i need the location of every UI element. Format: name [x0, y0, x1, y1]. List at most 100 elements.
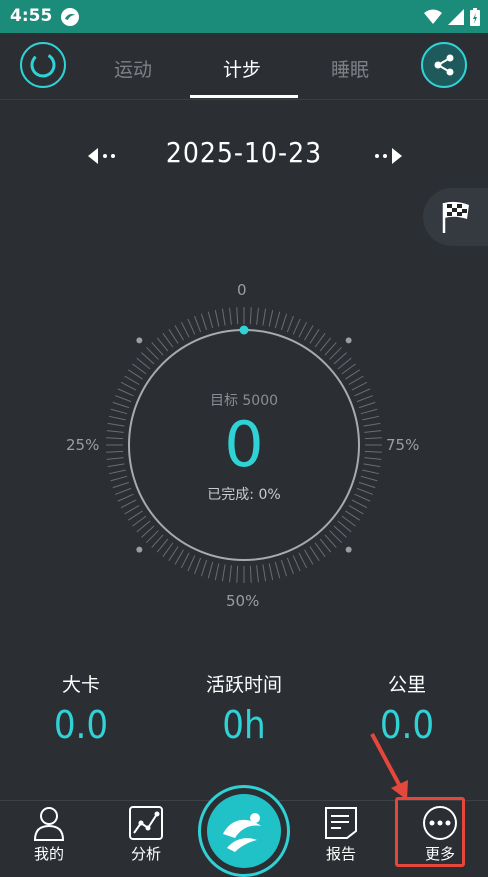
- dial-tick: [162, 333, 174, 348]
- dial-tick: [262, 564, 267, 582]
- nav-report[interactable]: 报告: [306, 805, 376, 864]
- dial-tick: [309, 328, 320, 344]
- dial-tick: [345, 510, 361, 521]
- dial-tick: [180, 321, 190, 338]
- dial-tick: [324, 534, 337, 548]
- dial-tick: [127, 369, 143, 380]
- dial-tick: [174, 325, 184, 341]
- chart-icon: [129, 806, 163, 840]
- dial-tick: [333, 525, 347, 538]
- step-count: 0: [224, 408, 264, 481]
- tab-steps[interactable]: 计步: [223, 55, 261, 82]
- nav-report-label: 报告: [325, 845, 356, 863]
- dial-tick: [194, 557, 202, 575]
- dial-tick: [348, 375, 364, 385]
- dial-tick: [187, 318, 196, 335]
- dial-tick: [200, 559, 208, 577]
- dial-tick: [229, 307, 232, 325]
- dial-tick: [127, 510, 143, 521]
- active-tab-indicator: [190, 95, 298, 98]
- dial-tick: [309, 546, 320, 562]
- dial-tick: [229, 565, 232, 583]
- dial-tick: [319, 538, 332, 553]
- dial-tick: [200, 313, 208, 331]
- dial-tick: [262, 308, 267, 326]
- center-action-button[interactable]: [198, 785, 290, 877]
- dial-tick: [337, 520, 352, 533]
- status-time: 4:55: [10, 6, 53, 26]
- dial-tick: [351, 381, 368, 391]
- sync-ring-icon: [30, 52, 56, 78]
- dial-tick: [146, 530, 159, 543]
- dial-tick: [329, 347, 342, 360]
- dial-tick: [256, 565, 259, 583]
- dial-tick: [156, 538, 169, 553]
- step-progress-dial: 0 25% 75% 50% 目标 5000 0 已完成: 0%: [0, 270, 488, 620]
- dial-tick: [314, 333, 326, 348]
- top-navigation: 运动 计步 睡眠: [0, 33, 488, 100]
- dial-tick: [207, 561, 214, 579]
- dial-tick: [151, 342, 164, 356]
- dial-tick: [236, 565, 239, 583]
- dial-tick: [132, 515, 147, 527]
- next-day-arrow-icon[interactable]: [364, 144, 404, 168]
- share-button[interactable]: [421, 42, 467, 88]
- date-selector: 2025-10-23: [0, 136, 488, 176]
- nav-analysis[interactable]: 分析: [111, 805, 181, 864]
- dial-tick: [124, 375, 140, 385]
- stat-calories-value: 0.0: [53, 703, 109, 747]
- nav-analysis-label: 分析: [130, 845, 161, 863]
- dial-tick: [333, 352, 347, 365]
- more-highlight-box: [395, 797, 465, 867]
- sync-button[interactable]: [20, 42, 66, 88]
- current-date[interactable]: 2025-10-23: [0, 136, 488, 169]
- dial-tick: [324, 342, 337, 356]
- dial-label-top: 0: [237, 281, 247, 299]
- dial-tick: [298, 552, 308, 569]
- wifi-icon: [424, 9, 442, 24]
- progress-indicator-dot: [239, 325, 249, 335]
- dial-tick: [136, 520, 151, 533]
- goal-text: 目标 5000: [209, 393, 279, 409]
- dial-tick: [187, 555, 196, 572]
- dial-tick: [214, 309, 220, 327]
- stat-active-time-value: 0h: [222, 703, 266, 747]
- dial-tick: [194, 315, 202, 333]
- dial-tick: [345, 369, 361, 380]
- stat-active-time: 活跃时间 0h: [164, 670, 324, 747]
- dial-tick: [124, 505, 140, 515]
- checkered-flag-icon: [442, 201, 469, 233]
- dial-dot: [136, 546, 143, 553]
- dial-tick: [207, 311, 214, 329]
- dial-tick: [180, 552, 190, 569]
- completed-text: 已完成: 0%: [207, 487, 281, 503]
- dial-tick: [162, 542, 174, 557]
- dial-tick: [292, 555, 301, 572]
- tab-exercise[interactable]: 运动: [114, 55, 152, 82]
- battery-icon: [470, 8, 480, 26]
- dial-label-bottom: 50%: [226, 592, 260, 610]
- dial-tick: [141, 352, 155, 365]
- dial-tick: [168, 328, 179, 344]
- dial-tick: [214, 563, 220, 581]
- dial-tick: [141, 525, 155, 538]
- dial-tick: [341, 515, 356, 527]
- dial-dot: [345, 337, 352, 344]
- dial-tick: [280, 313, 288, 331]
- dial-tick: [304, 549, 314, 565]
- signal-icon: [448, 9, 464, 25]
- tab-sleep[interactable]: 睡眠: [331, 55, 369, 82]
- goal-flag-button[interactable]: [423, 188, 488, 246]
- stat-distance-label: 公里: [387, 674, 426, 696]
- nav-mine[interactable]: 我的: [14, 805, 84, 864]
- dial-tick: [286, 557, 294, 575]
- app-logo-icon: [223, 813, 261, 852]
- dial-tick: [274, 311, 281, 329]
- center-logo: [207, 794, 281, 868]
- status-icons: [424, 7, 480, 27]
- dial-dot: [345, 546, 352, 553]
- dial-tick: [256, 307, 259, 325]
- dial-tick: [156, 337, 169, 352]
- dial-tick: [314, 542, 326, 557]
- app-notification-icon: [61, 8, 79, 26]
